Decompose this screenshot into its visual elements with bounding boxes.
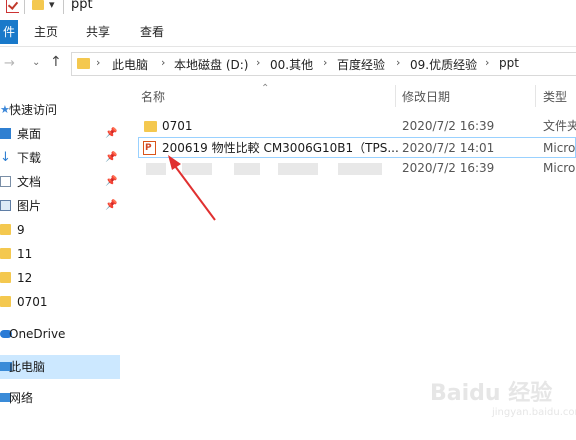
watermark-url: jingyan.baidu.com <box>492 407 576 418</box>
watermark: Baidu 经验 <box>430 381 553 406</box>
annotation-arrow <box>168 155 216 221</box>
